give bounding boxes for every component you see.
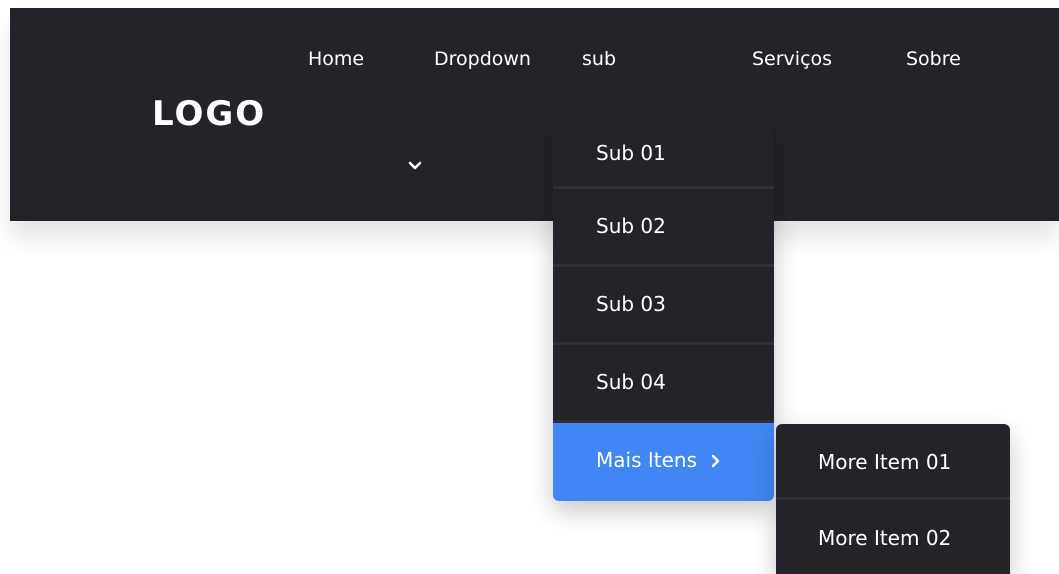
dropdown-menu: Sub 01 Sub 02 Sub 03 Sub 04 Mais Itens — [553, 118, 774, 501]
nav-link-dropdown[interactable]: Dropdown — [434, 48, 531, 70]
dropdown-item-sub-04[interactable]: Sub 04 — [553, 345, 774, 423]
dropdown-item-label: Sub 02 — [596, 214, 666, 238]
dropdown-item-sub-02[interactable]: Sub 02 — [553, 189, 774, 267]
submenu-item-more-01[interactable]: More Item 01 — [776, 424, 1010, 500]
chevron-down-icon[interactable] — [406, 156, 424, 174]
dropdown-item-sub-03[interactable]: Sub 03 — [553, 267, 774, 345]
dropdown-item-mais-itens[interactable]: Mais Itens — [553, 423, 774, 501]
nav-link-home[interactable]: Home — [308, 48, 364, 70]
navbar: LOGO Home Dropdown sub Serviços Sobre — [10, 8, 1059, 221]
submenu: More Item 01 More Item 02 — [776, 424, 1010, 574]
nav-link-servicos[interactable]: Serviços — [752, 48, 832, 70]
submenu-item-more-02[interactable]: More Item 02 — [776, 500, 1010, 574]
nav-link-sub[interactable]: sub — [582, 48, 616, 70]
dropdown-item-label: Sub 03 — [596, 292, 666, 316]
dropdown-item-label: Sub 04 — [596, 370, 666, 394]
dropdown-item-sub-01[interactable]: Sub 01 — [553, 118, 774, 189]
page: LOGO Home Dropdown sub Serviços Sobre Su… — [0, 0, 1059, 574]
submenu-item-label: More Item 01 — [818, 450, 952, 474]
nav-link-sobre[interactable]: Sobre — [906, 48, 961, 70]
chevron-right-icon — [709, 424, 723, 468]
logo[interactable]: LOGO — [152, 94, 266, 134]
dropdown-item-label: Sub 01 — [596, 141, 666, 165]
submenu-item-label: More Item 02 — [818, 526, 952, 550]
dropdown-item-label: Mais Itens — [596, 448, 697, 472]
